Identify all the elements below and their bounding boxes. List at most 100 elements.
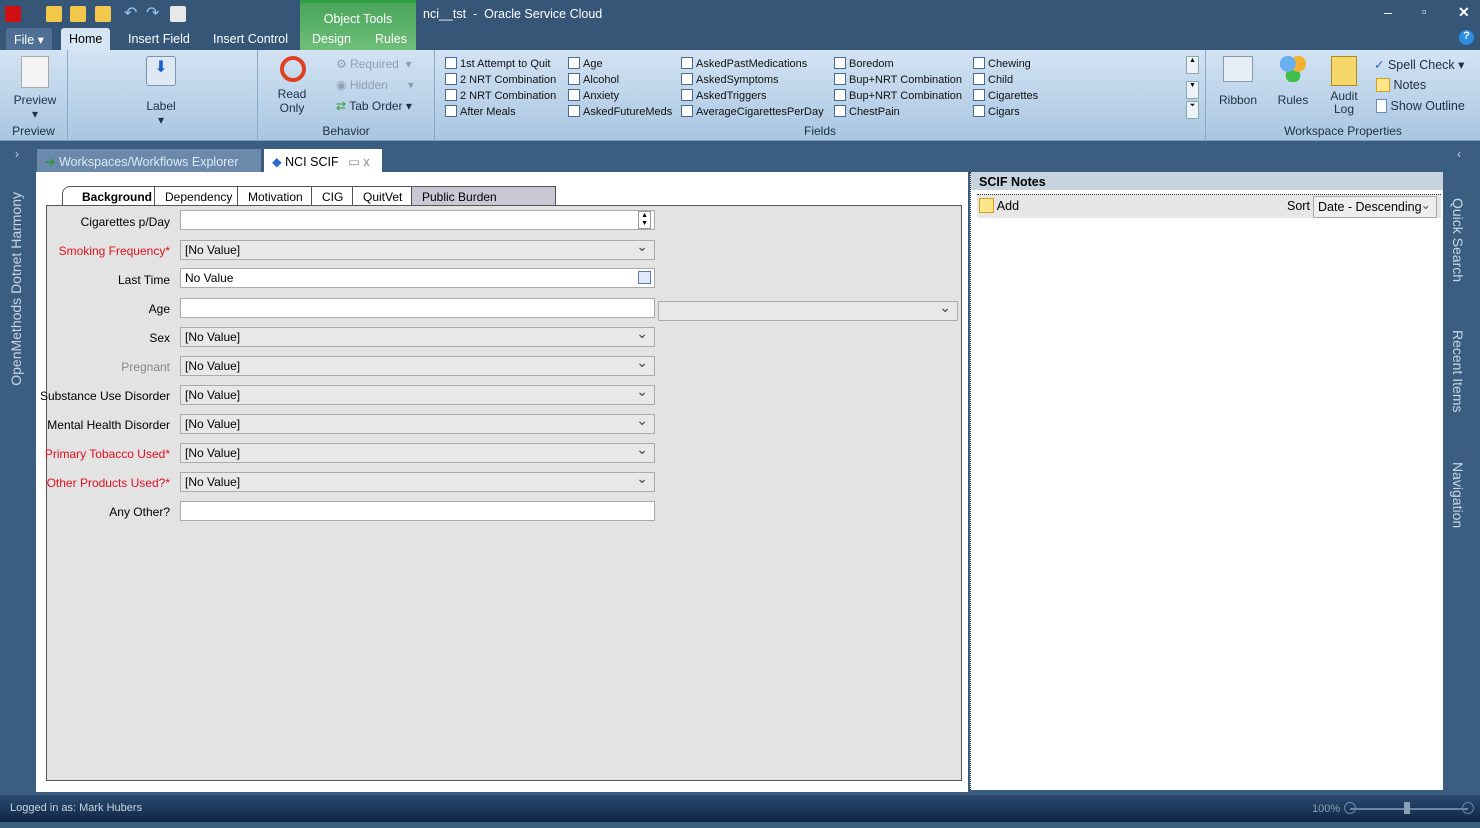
age-unit-select[interactable] [658, 299, 958, 321]
field-item[interactable]: AskedTriggers [681, 88, 767, 104]
other-products-used-select[interactable]: [No Value] [180, 470, 655, 492]
print-preview-icon[interactable] [170, 6, 186, 22]
tab-insert-field[interactable]: Insert Field [120, 28, 198, 50]
audit-log-button[interactable]: Audit Log [1322, 56, 1366, 116]
help-icon[interactable]: ? [1459, 30, 1474, 45]
field-item[interactable]: ChestPain [834, 104, 900, 120]
substance-use-disorder-select[interactable]: [No Value] [180, 383, 655, 405]
tab-order-button[interactable]: ⇄ Tab Order ▾ [336, 99, 412, 113]
field-value: No Value [185, 271, 234, 285]
save-close-icon[interactable] [95, 6, 111, 22]
zoom-slider-handle[interactable] [1404, 802, 1410, 814]
doc-tab-explorer[interactable]: ➜ Workspaces/Workflows Explorer x [37, 149, 261, 183]
group-label: Workspace Properties [1284, 124, 1402, 138]
field-item[interactable]: Chewing [973, 56, 1031, 72]
field-label: ChestPain [849, 106, 900, 118]
last-time-date-field[interactable]: No Value [180, 268, 655, 288]
field-item[interactable]: Anxiety [568, 88, 619, 104]
field-item[interactable]: AskedPastMedications [681, 56, 807, 72]
tab-home[interactable]: Home [61, 28, 111, 50]
age-input[interactable] [180, 298, 655, 318]
cigarettes-per-day-spinner[interactable]: ▲ ▼ [180, 210, 655, 230]
field-item[interactable]: AverageCigarettesPerDay [681, 104, 824, 120]
sex-select[interactable]: [No Value] [180, 325, 655, 347]
zoom-out-button[interactable] [1344, 802, 1356, 814]
sort-select[interactable]: Date - Descending ⌄ [1313, 196, 1437, 218]
form-tab-motivation[interactable]: Motivation [237, 186, 314, 206]
side-panel-navigation[interactable]: Navigation [1450, 462, 1466, 528]
side-panel-quick-search[interactable]: Quick Search [1450, 198, 1466, 282]
mental-health-disorder-select[interactable]: [No Value] [180, 412, 655, 434]
field-item[interactable]: 2 NRT Combination [445, 72, 556, 88]
spell-check-button[interactable]: ✓ Spell Check ▾ [1374, 57, 1464, 72]
sort-value: Date - Descending [1318, 200, 1422, 214]
field-item[interactable]: Cigarettes [973, 88, 1038, 104]
add-label: Add [996, 199, 1020, 213]
tab-insert-control[interactable]: Insert Control [205, 28, 296, 50]
field-icon [445, 57, 457, 69]
field-item[interactable]: Cigars [973, 104, 1020, 120]
undo-icon[interactable]: ↶ [124, 3, 137, 23]
label-button[interactable]: ⬇ Label ▾ [136, 56, 186, 127]
title-bar: ↶ ↷ Object Tools nci__tst - Oracle Servi… [0, 0, 1480, 50]
undock-icon[interactable]: ▭ [348, 155, 360, 169]
field-item[interactable]: After Meals [445, 104, 516, 120]
rules-button[interactable]: Rules [1270, 56, 1316, 107]
form-tab-background[interactable]: Background [62, 186, 164, 207]
field-item[interactable]: 2 NRT Combination [445, 88, 556, 104]
read-only-button[interactable]: Read Only [268, 56, 318, 115]
preview-button[interactable]: Preview ▾ [8, 56, 62, 121]
required-button[interactable]: ⚙ Required ▾ [336, 57, 412, 71]
add-note-button[interactable]: Add [979, 198, 1019, 213]
side-panel-recent-items[interactable]: Recent Items [1450, 330, 1466, 412]
fields-expand[interactable]: ⏷ [1186, 101, 1199, 119]
right-panel-toggle[interactable]: ‹ [1457, 147, 1461, 161]
fields-group: ▲ ▼ ⏷ Fields 1st Attempt to Quit 2 NRT Co… [435, 50, 1206, 141]
maximize-button[interactable]: ▫ [1422, 4, 1427, 19]
fields-scroll-down[interactable]: ▼ [1186, 81, 1199, 99]
tab-design[interactable]: Design [304, 28, 359, 50]
minimize-button[interactable]: – [1384, 4, 1392, 20]
field-item[interactable]: Age [568, 56, 603, 72]
spinner-arrows-icon[interactable]: ▲ ▼ [638, 211, 651, 229]
field-item[interactable]: Bup+NRT Combination [834, 72, 962, 88]
pregnant-select[interactable]: [No Value] [180, 354, 655, 376]
form-tab-quitvet[interactable]: QuitVet [352, 186, 414, 206]
field-item[interactable]: Alcohol [568, 72, 619, 88]
form-tab-cig[interactable]: CIG [311, 186, 355, 206]
tab-rules[interactable]: Rules [367, 28, 415, 50]
redo-icon[interactable]: ↷ [146, 3, 159, 23]
field-item[interactable]: AskedFutureMeds [568, 104, 672, 120]
field-item[interactable]: Boredom [834, 56, 894, 72]
save-icon[interactable] [46, 6, 62, 22]
form-tab-dependency[interactable]: Dependency [154, 186, 244, 206]
smoking-frequency-select[interactable]: [No Value] [180, 238, 655, 260]
doc-tab-nci-scif[interactable]: ◆ NCI SCIF ▭ x [264, 149, 382, 173]
any-other-input[interactable] [180, 501, 655, 521]
ribbon-button[interactable]: Ribbon [1214, 56, 1262, 107]
form-tab-public-burden[interactable]: Public Burden Statement [411, 186, 556, 218]
field-label: Age [583, 58, 603, 70]
field-item[interactable]: Child [973, 72, 1013, 88]
close-button[interactable]: ✕ [1458, 4, 1470, 21]
left-panel-toggle[interactable]: › [15, 147, 19, 161]
side-panel-openmethods[interactable]: OpenMethods Dotnet Harmony [8, 192, 24, 386]
explorer-icon: ➜ [45, 155, 56, 169]
tab-file[interactable]: File ▾ [6, 28, 52, 50]
calendar-icon[interactable] [638, 271, 651, 284]
field-label: Alcohol [583, 74, 620, 86]
hidden-button[interactable]: ◉ Hidden ▾ [336, 78, 414, 92]
field-item[interactable]: AskedSymptoms [681, 72, 779, 88]
field-item[interactable]: Bup+NRT Combination [834, 88, 962, 104]
field-label: AverageCigarettesPerDay [696, 106, 824, 118]
field-item[interactable]: 1st Attempt to Quit [445, 56, 551, 72]
primary-tobacco-used-select[interactable]: [No Value] [180, 441, 655, 463]
logged-in-user: Logged in as: Mark Hubers [10, 802, 143, 814]
notes-button[interactable]: Notes [1376, 78, 1426, 92]
zoom-slider[interactable] [1344, 802, 1474, 814]
fields-scroll-up[interactable]: ▲ [1186, 56, 1199, 74]
show-outline-button[interactable]: Show Outline [1376, 99, 1465, 113]
zoom-in-button[interactable] [1462, 802, 1474, 814]
close-tab-icon[interactable]: x [363, 155, 369, 169]
save-edit-icon[interactable] [70, 6, 86, 22]
